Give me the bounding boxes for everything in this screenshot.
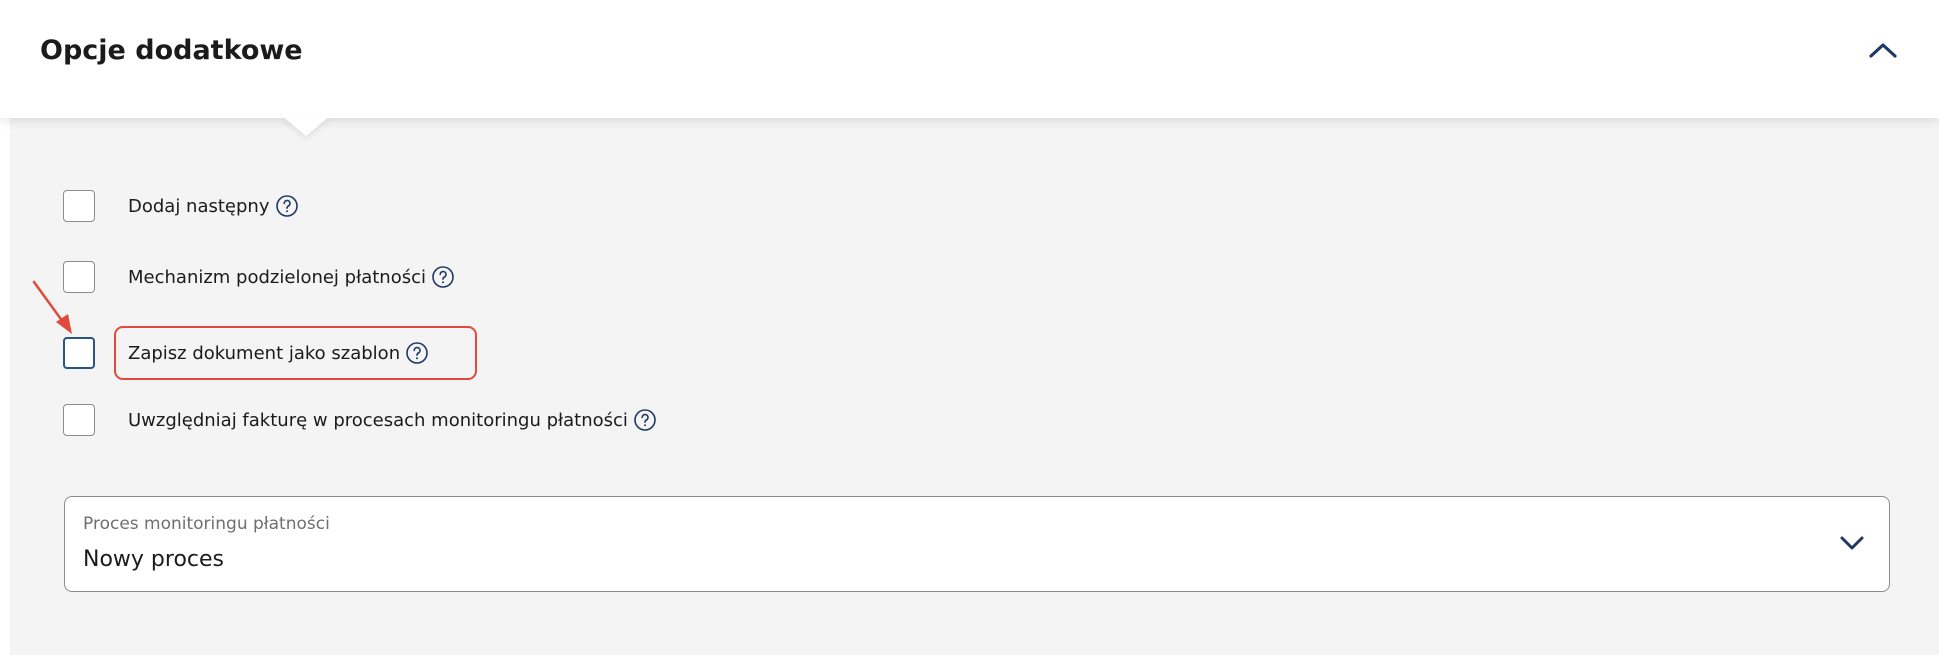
option-label: Uwzględniaj fakturę w procesach monitori…: [128, 409, 628, 431]
question-circle-icon[interactable]: [633, 408, 657, 432]
question-circle-icon[interactable]: [431, 265, 455, 289]
option-split-payment: Mechanizm podzielonej płatności: [63, 259, 455, 295]
option-add-next: Dodaj następny: [63, 188, 299, 224]
chevron-down-icon: [1840, 536, 1864, 550]
question-circle-icon[interactable]: [405, 341, 429, 365]
monitoring-process-select[interactable]: Proces monitoringu płatności Nowy proces: [64, 496, 1890, 592]
option-label: Mechanizm podzielonej płatności: [128, 266, 426, 288]
option-payment-monitoring: Uwzględniaj fakturę w procesach monitori…: [63, 402, 657, 438]
chevron-up-icon: [1869, 43, 1897, 58]
question-circle-icon[interactable]: [275, 194, 299, 218]
save-as-template-checkbox[interactable]: [63, 337, 95, 369]
option-label: Dodaj następny: [128, 195, 270, 217]
select-value: Nowy proces: [83, 547, 225, 572]
header-notch: [282, 116, 330, 136]
option-save-as-template: Zapisz dokument jako szablon: [63, 335, 429, 371]
add-next-checkbox[interactable]: [63, 190, 95, 222]
section-title: Opcje dodatkowe: [40, 35, 303, 66]
payment-monitoring-checkbox[interactable]: [63, 404, 95, 436]
collapse-toggle-button[interactable]: [1865, 35, 1901, 65]
section-header[interactable]: Opcje dodatkowe: [0, 0, 1939, 118]
option-label: Zapisz dokument jako szablon: [128, 342, 401, 364]
select-label: Proces monitoringu płatności: [83, 514, 330, 534]
annotation-arrow-icon: [32, 280, 72, 334]
